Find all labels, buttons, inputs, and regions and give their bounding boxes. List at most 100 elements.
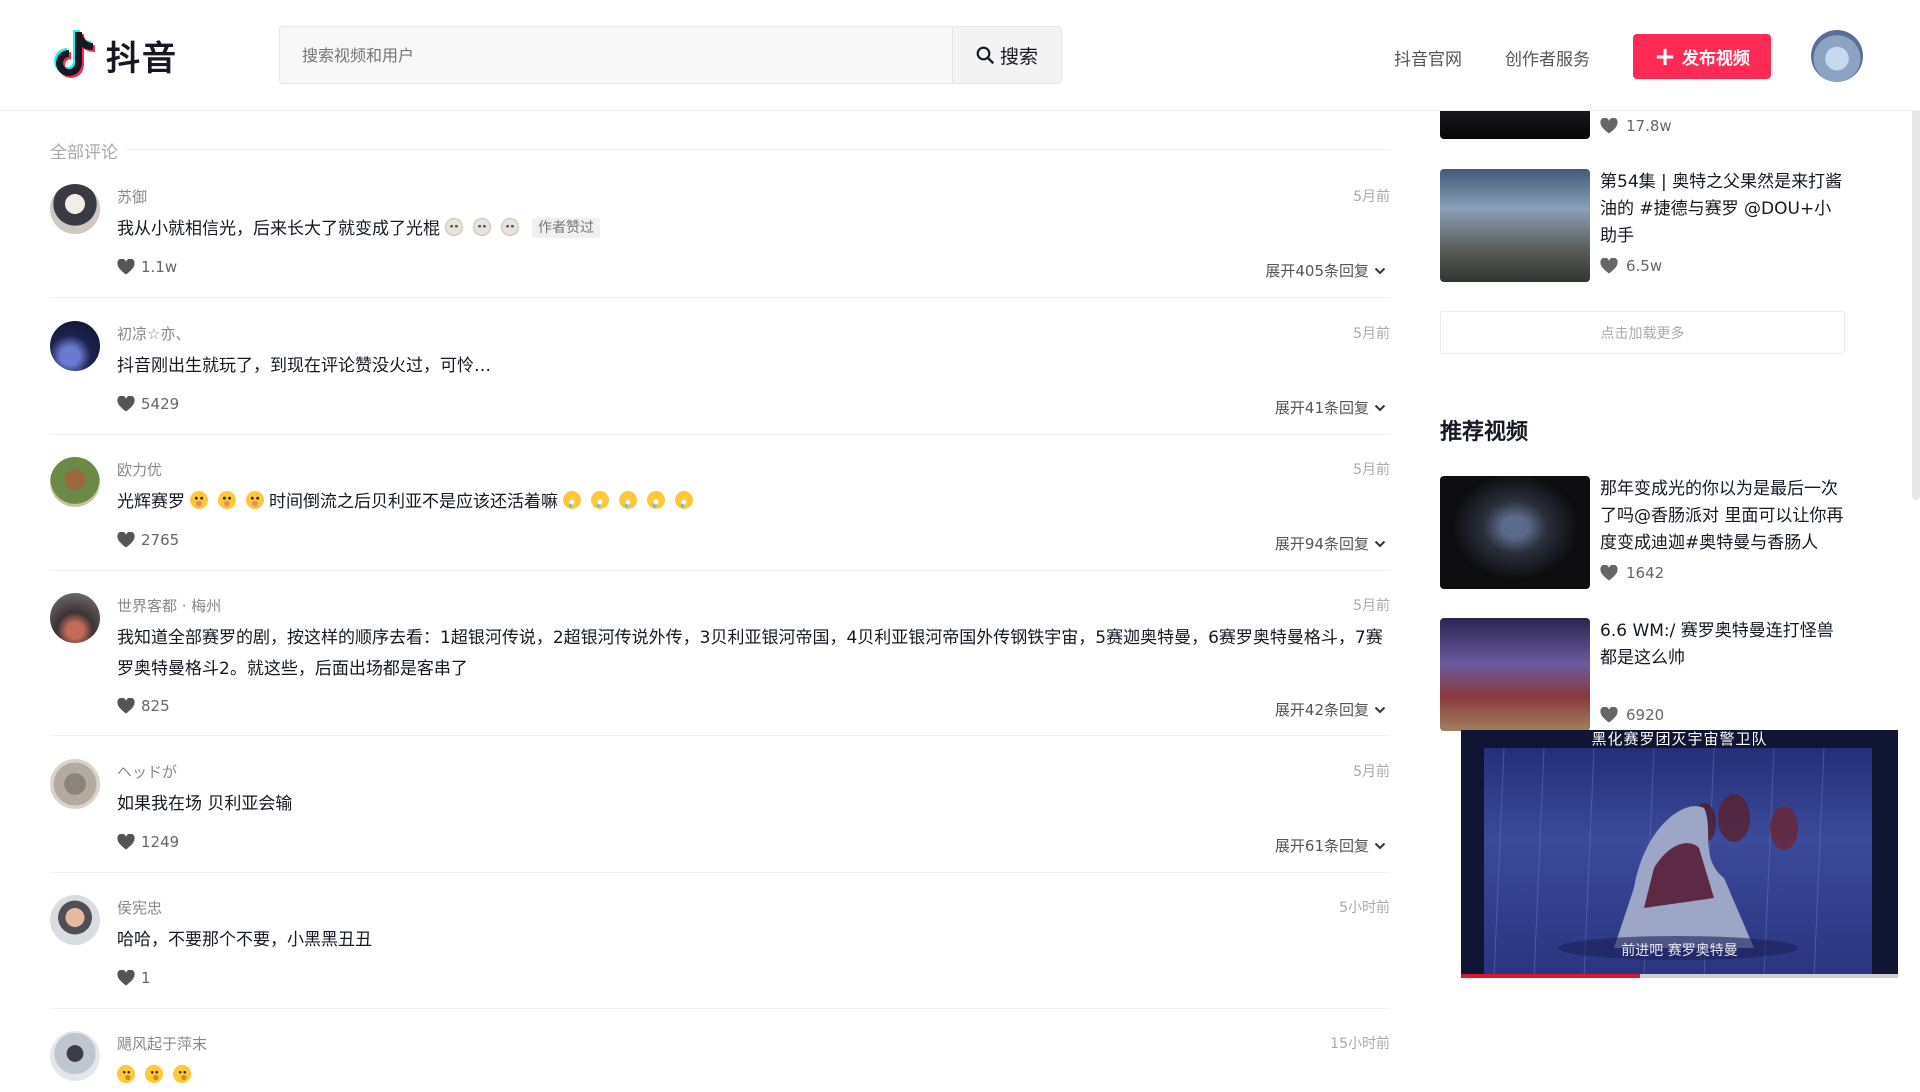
comment-item: 世界客都 · 梅州 5月前 我知道全部赛罗的剧，按这样的顺序去看：1超银河传说，… xyxy=(50,593,1390,736)
comment-avatar[interactable] xyxy=(50,1031,100,1081)
thinking-emoji-icon xyxy=(117,1065,135,1083)
heart-icon xyxy=(117,970,135,986)
expand-replies-button[interactable]: 展开61条回复 xyxy=(1275,835,1386,856)
comment-text: 我知道全部赛罗的剧，按这样的顺序去看：1超银河传说，2超银河传说外传，3贝利亚银… xyxy=(117,628,1383,679)
cat-emoji-icon xyxy=(445,218,463,236)
comment-time: 5月前 xyxy=(1353,326,1390,342)
chevron-down-icon xyxy=(1374,267,1386,274)
video-like-count: 6920 xyxy=(1600,706,1664,724)
expand-replies-label: 展开94条回复 xyxy=(1274,535,1369,553)
comment-item: 欧力优 5月前 光辉赛罗 时间倒流之后贝利亚不是应该还活着嘛 2765 展开94条… xyxy=(50,457,1390,571)
thinking-emoji-icon xyxy=(173,1065,191,1083)
comment-username[interactable]: 侯宪忠 xyxy=(117,897,162,918)
chevron-down-icon xyxy=(1374,540,1386,547)
comment-text: 光辉赛罗 时间倒流之后贝利亚不是应该还活着嘛 xyxy=(117,487,1387,518)
comment-username[interactable]: 欧力优 xyxy=(117,459,162,480)
search-bar: 搜索 xyxy=(279,26,1062,84)
video-thumbnail xyxy=(1440,476,1590,589)
comment-time: 5月前 xyxy=(1353,462,1390,478)
expand-replies-label: 展开61条回复 xyxy=(1274,837,1369,855)
comment-username[interactable]: 世界客都 · 梅州 xyxy=(117,595,221,616)
rofl-emoji-icon xyxy=(588,488,612,512)
rofl-emoji-icon xyxy=(672,488,696,512)
publish-video-label: 发布视频 xyxy=(1681,49,1750,69)
publish-video-button[interactable]: + 发布视频 xyxy=(1633,34,1771,79)
comment-like-count: 2765 xyxy=(141,531,180,549)
comment-username[interactable]: 飓风起于萍末 xyxy=(117,1033,207,1054)
like-count-text: 17.8w xyxy=(1626,117,1672,135)
expand-replies-label: 展开405条回复 xyxy=(1265,262,1369,280)
thinking-emoji-icon xyxy=(145,1065,163,1083)
comment-username[interactable]: 苏御 xyxy=(117,186,147,207)
tiktok-note-icon xyxy=(54,30,95,78)
related-video-item[interactable]: 第54集 | 奥特之父果然是来打酱油的 #捷德与赛罗 @DOU+小助手 6.5w xyxy=(1440,169,1845,284)
heart-icon xyxy=(1600,565,1618,581)
comment-username[interactable]: 初凉☆亦、 xyxy=(117,323,190,344)
comment-item: ヘッドが 5月前 如果我在场 贝利亚会输 1249 展开61条回复 xyxy=(50,759,1390,873)
comment-like-count: 1 xyxy=(141,969,151,987)
video-progress-bar[interactable] xyxy=(1461,974,1898,978)
expand-replies-button[interactable]: 展开94条回复 xyxy=(1275,533,1386,554)
comment-text: 我从小就相信光，后来长大了就变成了光棍 作者赞过 xyxy=(117,214,1387,245)
author-liked-badge: 作者赞过 xyxy=(532,218,600,238)
video-caption-top: 黑化赛罗团灭宇宙警卫队 xyxy=(1591,730,1768,748)
comment-like-button[interactable]: 1 xyxy=(117,969,151,987)
comment-avatar[interactable] xyxy=(50,184,100,234)
top-header: 抖音 搜索 抖音官网 创作者服务 + 发布视频 xyxy=(0,0,1920,111)
yum-emoji-icon xyxy=(246,491,264,509)
related-video-item[interactable]: 17.8w xyxy=(1440,105,1845,145)
comment-text: 哈哈，不要那个不要，小黑黑丑丑 xyxy=(117,930,372,950)
rofl-emoji-icon xyxy=(616,488,640,512)
like-count-text: 1642 xyxy=(1626,564,1665,582)
expand-replies-button[interactable]: 展开42条回复 xyxy=(1275,699,1386,720)
comment-time: 5月前 xyxy=(1353,764,1390,780)
douyin-logo[interactable]: 抖音 xyxy=(50,28,178,82)
comment-text-prefix: 光辉赛罗 xyxy=(117,492,185,512)
like-count-text: 6.5w xyxy=(1626,257,1663,275)
comment-item: 侯宪忠 5小时前 哈哈，不要那个不要，小黑黑丑丑 1 xyxy=(50,895,1390,1009)
heart-icon xyxy=(117,259,135,275)
comment-time: 5小时前 xyxy=(1339,900,1390,916)
comment-like-button[interactable]: 825 xyxy=(117,697,170,715)
heart-icon xyxy=(1600,707,1618,723)
expand-replies-button[interactable]: 展开405条回复 xyxy=(1265,260,1386,281)
recommended-video-item[interactable]: 那年变成光的你以为是最后一次了吗@香肠派对 里面可以让你再度变成迪迦#奥特曼与香… xyxy=(1440,476,1845,591)
comment-avatar[interactable] xyxy=(50,457,100,507)
comment-avatar[interactable] xyxy=(50,759,100,809)
heart-icon xyxy=(1600,258,1618,274)
expand-replies-button[interactable]: 展开41条回复 xyxy=(1275,397,1386,418)
comment-username[interactable]: ヘッドが xyxy=(117,761,177,782)
nav-creator-service[interactable]: 创作者服务 xyxy=(1505,45,1590,70)
recommended-video-item[interactable]: 6.6 WM:/ 赛罗奥特曼连打怪兽都是这么帅 6920 xyxy=(1440,618,1845,733)
search-icon xyxy=(976,46,994,64)
load-more-button[interactable]: 点击加载更多 xyxy=(1440,311,1845,354)
comment-like-count: 1249 xyxy=(141,833,180,851)
video-title: 那年变成光的你以为是最后一次了吗@香肠派对 里面可以让你再度变成迪迦#奥特曼与香… xyxy=(1600,479,1844,553)
comment-like-button[interactable]: 1.1w xyxy=(117,258,177,276)
comment-like-button[interactable]: 2765 xyxy=(117,531,179,549)
search-input[interactable] xyxy=(280,27,952,83)
rofl-emoji-icon xyxy=(560,488,584,512)
heart-icon xyxy=(117,532,135,548)
video-caption-bottom: 前进吧 赛罗奥特曼 xyxy=(1621,943,1738,959)
comment-avatar[interactable] xyxy=(50,593,100,643)
comment-avatar[interactable] xyxy=(50,321,100,371)
comment-text: 抖音刚出生就玩了，到现在评论赞没火过，可怜… xyxy=(117,356,491,376)
yum-emoji-icon xyxy=(190,491,208,509)
video-like-count: 6.5w xyxy=(1600,257,1662,275)
comment-like-button[interactable]: 5429 xyxy=(117,395,179,413)
cat-emoji-icon xyxy=(473,218,491,236)
comment-avatar[interactable] xyxy=(50,895,100,945)
video-thumbnail xyxy=(1440,618,1590,731)
heart-icon xyxy=(117,698,135,714)
video-title: 6.6 WM:/ 赛罗奥特曼连打怪兽都是这么帅 xyxy=(1600,621,1834,668)
recommended-videos-title: 推荐视频 xyxy=(1440,420,1529,445)
comment-text xyxy=(117,1061,1387,1092)
search-button[interactable]: 搜索 xyxy=(952,27,1061,83)
user-avatar[interactable] xyxy=(1811,30,1863,82)
video-like-count: 1642 xyxy=(1600,564,1664,582)
nav-official-site[interactable]: 抖音官网 xyxy=(1394,45,1462,70)
comment-like-button[interactable]: 1249 xyxy=(117,833,179,851)
mini-video-player[interactable]: 黑化赛罗团灭宇宙警卫队 前进吧 赛罗奥特曼 xyxy=(1461,730,1898,978)
comments-title: 全部评论 xyxy=(50,143,118,163)
